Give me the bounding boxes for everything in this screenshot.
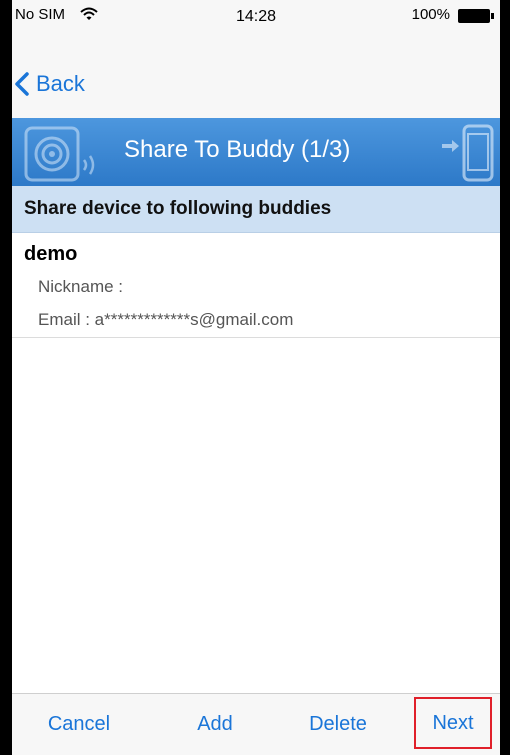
cancel-button[interactable]: Cancel: [34, 704, 124, 744]
phone-screen: No SIM 14:28 100% Back Share To Buddy (1…: [12, 0, 500, 755]
add-button[interactable]: Add: [180, 704, 250, 744]
next-button[interactable]: Next: [414, 697, 492, 749]
buddy-email: Email : a*************s@gmail.com: [38, 310, 294, 329]
back-label: Back: [36, 71, 85, 96]
page-title: Share To Buddy (1/3): [124, 136, 351, 163]
buddy-list: demo Nickname : Email : a*************s@…: [12, 233, 500, 693]
buddy-nickname: Nickname :: [38, 277, 124, 296]
camera-icon: [24, 126, 95, 182]
chevron-left-icon: [15, 72, 29, 96]
delete-button[interactable]: Delete: [290, 704, 386, 744]
back-button[interactable]: Back: [14, 66, 85, 102]
share-to-phone-icon: [442, 124, 494, 182]
battery-percent: 100%: [411, 6, 450, 23]
buddy-name: demo: [24, 243, 78, 265]
status-bar: No SIM 14:28 100%: [12, 0, 500, 34]
list-item[interactable]: demo Nickname : Email : a*************s@…: [12, 233, 500, 338]
title-banner: Share To Buddy (1/3): [12, 118, 500, 186]
section-header: Share device to following buddies: [12, 186, 500, 233]
section-header-label: Share device to following buddies: [24, 198, 332, 219]
bottom-toolbar: Cancel Add Delete Next: [12, 693, 500, 755]
navigation-bar: Back: [12, 34, 500, 118]
battery-icon: [458, 9, 494, 23]
